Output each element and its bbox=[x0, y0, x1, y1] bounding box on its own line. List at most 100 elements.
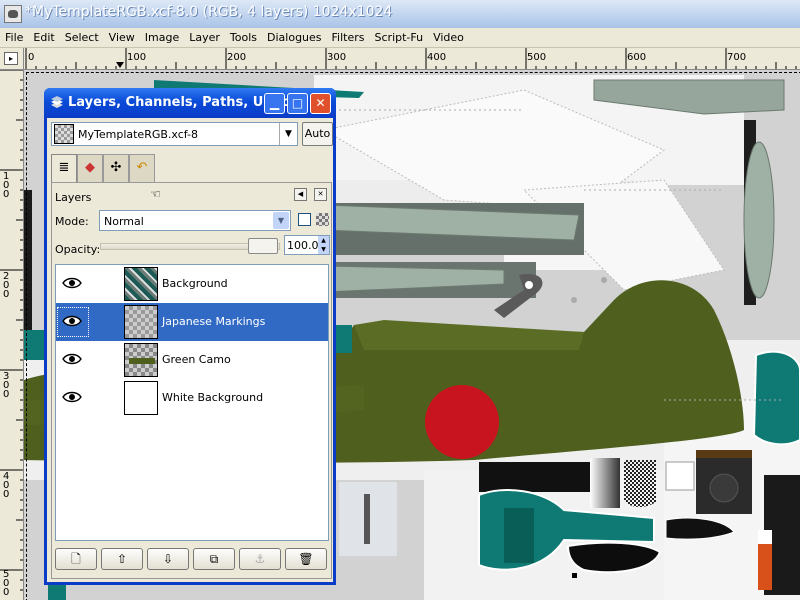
new-layer-icon: 🗋 bbox=[71, 552, 81, 566]
new-layer-button[interactable]: 🗋 bbox=[55, 548, 97, 570]
eye-icon[interactable] bbox=[61, 351, 83, 367]
image-thumbnail bbox=[54, 124, 74, 144]
channels-tab-icon: ◆ bbox=[85, 160, 95, 175]
gimp-app-icon bbox=[4, 5, 22, 23]
dropdown-arrow-icon[interactable]: ▼ bbox=[279, 123, 297, 145]
opacity-spinbox[interactable]: 100.0 ▲ ▼ bbox=[284, 235, 330, 255]
panel-close-button[interactable]: ✕ bbox=[314, 188, 327, 201]
menu-select[interactable]: Select bbox=[60, 28, 104, 48]
ruler-tick-label: 200 bbox=[3, 271, 10, 300]
quick-mask-toggle[interactable]: ▸ bbox=[4, 52, 18, 65]
raise-layer-button[interactable]: ⇧ bbox=[101, 548, 143, 570]
close-button[interactable]: ✕ bbox=[310, 93, 331, 114]
eye-icon[interactable] bbox=[61, 389, 83, 405]
close-icon: ✕ bbox=[317, 190, 324, 198]
layer-name[interactable]: Japanese Markings bbox=[162, 315, 265, 328]
tab-channels[interactable]: ◆ bbox=[77, 154, 103, 182]
ruler-corner: ▸ bbox=[0, 48, 24, 70]
layer-name[interactable]: Green Camo bbox=[162, 353, 231, 366]
layer-thumbnail bbox=[124, 381, 158, 415]
menu-filters[interactable]: Filters bbox=[327, 28, 370, 48]
menu-dialogues[interactable]: Dialogues bbox=[262, 28, 327, 48]
maximize-button[interactable]: □ bbox=[287, 93, 308, 114]
chevron-down-icon: ▼ bbox=[273, 212, 289, 229]
layer-thumbnail bbox=[124, 267, 158, 301]
ruler-tick-label: 300 bbox=[327, 52, 347, 63]
menu-view[interactable]: View bbox=[104, 28, 140, 48]
opacity-value: 100.0 bbox=[287, 239, 319, 252]
anchor-icon: ⚓ bbox=[254, 552, 266, 566]
layer-list[interactable]: Background Japanese Markings Green Camo … bbox=[55, 264, 329, 541]
dialog-title: Layers, Channels, Paths, Undo bbox=[68, 95, 291, 110]
tab-paths[interactable]: ✣ bbox=[103, 154, 129, 182]
undo-tab-icon: ↶ bbox=[136, 160, 148, 175]
ruler-tick-label: 100 bbox=[127, 52, 147, 63]
minimize-icon: ▁ bbox=[269, 96, 280, 110]
menu-script-fu[interactable]: Script-Fu bbox=[370, 28, 429, 48]
pointer-marker-icon bbox=[116, 62, 124, 68]
ruler-ticks bbox=[0, 70, 23, 591]
spin-down-icon[interactable]: ▼ bbox=[318, 245, 329, 254]
menu-tools[interactable]: Tools bbox=[225, 28, 262, 48]
layer-row-background[interactable]: Background bbox=[56, 265, 328, 303]
menu-layer[interactable]: Layer bbox=[184, 28, 225, 48]
alpha-checker-icon bbox=[316, 213, 329, 226]
pointer-icon: ☜ bbox=[150, 187, 161, 201]
layer-row-japanese-markings[interactable]: Japanese Markings bbox=[56, 303, 328, 341]
menu-file[interactable]: File bbox=[0, 28, 28, 48]
opacity-slider[interactable] bbox=[100, 237, 280, 257]
close-icon: ✕ bbox=[315, 96, 326, 110]
layer-actions-bar: 🗋 ⇧ ⇩ ⧉ ⚓ 🗑 bbox=[55, 546, 329, 574]
ruler-tick-label: 700 bbox=[727, 52, 747, 63]
ruler-tick-label: 600 bbox=[627, 52, 647, 63]
triangle-left-icon: ◀ bbox=[297, 190, 304, 198]
opacity-label: Opacity: bbox=[55, 243, 101, 256]
mode-select[interactable]: Normal ▼ bbox=[99, 210, 291, 231]
layers-dialog: Layers, Channels, Paths, Undo ▁ □ ✕ MyTe… bbox=[44, 88, 336, 585]
ruler-tick-label: 200 bbox=[227, 52, 247, 63]
menu-image[interactable]: Image bbox=[140, 28, 184, 48]
ruler-tick-label: 400 bbox=[427, 52, 447, 63]
layers-panel: Layers ☜ ◀ ✕ Mode: Normal ▼ Opacity: 100… bbox=[51, 182, 332, 579]
lock-alpha-checkbox[interactable] bbox=[298, 213, 311, 226]
layers-dialog-icon bbox=[51, 96, 63, 108]
opacity-slider-handle[interactable] bbox=[248, 238, 278, 254]
camo-thumb-mark bbox=[129, 358, 155, 364]
horizontal-ruler[interactable]: 0 100 200 300 400 500 600 700 bbox=[24, 48, 800, 70]
ruler-tick-label: 400 bbox=[3, 471, 10, 500]
layer-thumbnail bbox=[124, 343, 158, 377]
layers-tab-icon: ≣ bbox=[58, 160, 70, 175]
auto-button[interactable]: Auto bbox=[302, 122, 333, 146]
ruler-tick-label: 100 bbox=[3, 171, 10, 200]
ruler-tick-label: 500 bbox=[3, 569, 10, 598]
panel-menu-button[interactable]: ◀ bbox=[294, 188, 307, 201]
image-selector[interactable]: MyTemplateRGB.xcf-8 ▼ bbox=[51, 122, 298, 146]
tab-layers[interactable]: ≣ bbox=[51, 154, 77, 183]
menubar: File Edit Select View Image Layer Tools Dialogu… bbox=[0, 28, 800, 48]
mode-label: Mode: bbox=[55, 215, 89, 228]
lower-icon: ⇩ bbox=[162, 552, 174, 566]
minimize-button[interactable]: ▁ bbox=[264, 93, 285, 114]
lower-layer-button[interactable]: ⇩ bbox=[147, 548, 189, 570]
eye-icon[interactable] bbox=[61, 313, 83, 329]
spin-up-icon[interactable]: ▲ bbox=[318, 236, 329, 245]
ruler-tick-label: 300 bbox=[3, 371, 10, 400]
menu-edit[interactable]: Edit bbox=[28, 28, 59, 48]
layer-name[interactable]: Background bbox=[162, 277, 228, 290]
vertical-ruler[interactable]: 100 200 300 400 500 bbox=[0, 70, 24, 600]
maximize-icon: □ bbox=[291, 96, 304, 110]
anchor-layer-button[interactable]: ⚓ bbox=[239, 548, 281, 570]
window-title: *MyTemplateRGB.xcf-8.0 (RGB, 4 layers) 1… bbox=[25, 4, 393, 20]
menu-video[interactable]: Video bbox=[428, 28, 469, 48]
layer-row-white-background[interactable]: White Background bbox=[56, 379, 328, 417]
layer-row-green-camo[interactable]: Green Camo bbox=[56, 341, 328, 379]
tab-undo[interactable]: ↶ bbox=[129, 154, 155, 182]
layer-name[interactable]: White Background bbox=[162, 391, 263, 404]
eye-icon[interactable] bbox=[61, 275, 83, 291]
dialog-titlebar[interactable]: Layers, Channels, Paths, Undo ▁ □ ✕ bbox=[44, 88, 336, 118]
raise-icon: ⇧ bbox=[116, 552, 128, 566]
delete-layer-button[interactable]: 🗑 bbox=[285, 548, 327, 570]
duplicate-layer-button[interactable]: ⧉ bbox=[193, 548, 235, 570]
window-titlebar: *MyTemplateRGB.xcf-8.0 (RGB, 4 layers) 1… bbox=[0, 0, 800, 28]
layer-thumbnail bbox=[124, 305, 158, 339]
